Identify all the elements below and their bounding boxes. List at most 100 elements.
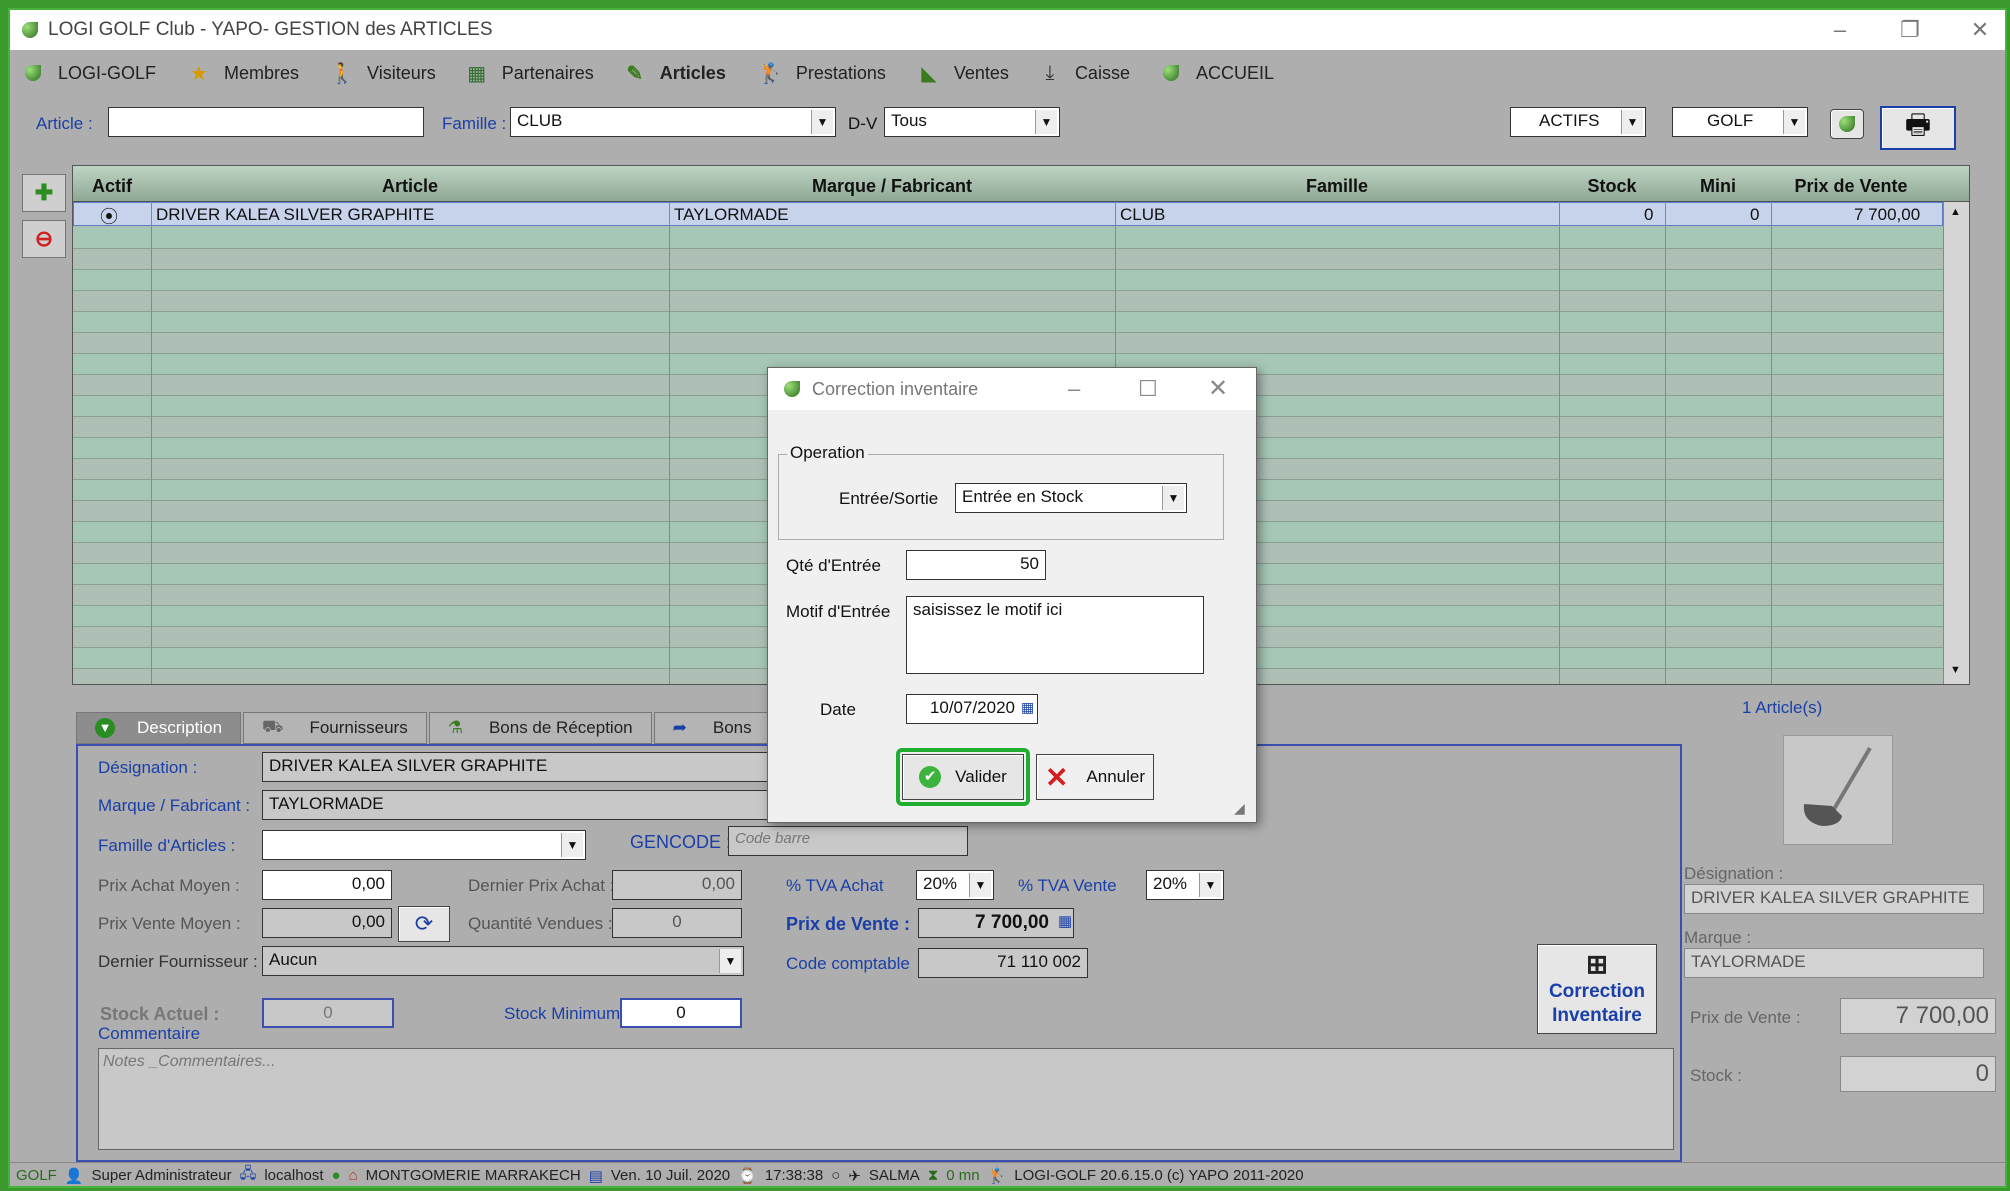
col-marque[interactable]: Marque / Fabricant xyxy=(669,166,1115,202)
calendar-icon[interactable]: ▦ xyxy=(1021,699,1034,716)
tva-achat-select[interactable]: 20% ▼ xyxy=(916,870,994,900)
dernier-fournisseur-select[interactable]: Aucun ▼ xyxy=(262,946,744,976)
restore-icon[interactable]: ❐ xyxy=(1890,16,1930,44)
prix-achat-moyen-label: Prix Achat Moyen : xyxy=(98,876,240,895)
famille-filter-label: Famille : xyxy=(442,114,507,133)
menu-partenaires[interactable]: ▦ Partenaires xyxy=(466,62,594,85)
add-document-icon: ⊞ xyxy=(1586,949,1608,979)
delete-article-button[interactable]: ⊖ xyxy=(22,220,66,258)
prix-vente-moyen-label: Prix Vente Moyen : xyxy=(98,914,241,933)
side-marque-field: TAYLORMADE xyxy=(1684,948,1984,978)
gencode-input[interactable]: Code barre xyxy=(728,826,968,856)
famille-articles-select[interactable]: ▼ xyxy=(262,830,586,860)
qte-input[interactable]: 50 xyxy=(906,550,1046,580)
menu-articles[interactable]: ✎ Articles xyxy=(624,62,725,85)
marque-field[interactable]: TAYLORMADE xyxy=(262,790,802,820)
row-marque: TAYLORMADE xyxy=(674,205,789,224)
code-comptable-field[interactable]: 71 110 002 xyxy=(918,948,1088,978)
chevron-down-icon: ▼ xyxy=(1783,110,1805,134)
article-count: 1 Article(s) xyxy=(1742,698,1823,717)
menu-caisse[interactable]: ⤓ Caisse xyxy=(1039,62,1130,84)
tab-bons-reception[interactable]: ⚗ Bons de Réception xyxy=(428,712,652,744)
stock-actuel-field[interactable]: 0 xyxy=(262,998,394,1028)
chevron-down-icon: ▼ xyxy=(1199,873,1221,897)
prix-vente-field[interactable]: 7 700,00 xyxy=(918,908,1074,938)
network-icon: 🖧 xyxy=(239,1165,257,1182)
notes-textarea[interactable]: Notes _Commentaires... xyxy=(98,1048,1674,1150)
status-host: localhost xyxy=(264,1167,324,1184)
row-prix: 7 700,00 xyxy=(1854,205,1921,224)
annuler-button[interactable]: ✕ Annuler xyxy=(1036,754,1154,800)
detail-tabs: ▼ Description ⛟ Fournisseurs ⚗ Bons de Réce… xyxy=(76,712,776,744)
close-icon[interactable]: ✕ xyxy=(1960,16,2000,44)
status-site: GOLF xyxy=(16,1167,57,1184)
motif-textarea[interactable]: saisissez le motif ici xyxy=(906,596,1204,674)
prix-vente-label: Prix de Vente : xyxy=(786,914,911,934)
designation-field[interactable]: DRIVER KALEA SILVER GRAPHITE xyxy=(262,752,802,782)
date-input[interactable]: 10/07/2020 xyxy=(906,694,1038,724)
refresh-button[interactable] xyxy=(1830,109,1864,139)
scroll-down-icon[interactable]: ▼ xyxy=(1950,664,1961,676)
empty-table-row xyxy=(73,312,1943,333)
es-select[interactable]: Entrée en Stock ▼ xyxy=(955,483,1187,513)
col-famille[interactable]: Famille xyxy=(1115,166,1559,202)
active-radio-icon[interactable]: ⦿ xyxy=(100,203,118,229)
col-actif[interactable]: Actif xyxy=(73,166,151,202)
calculator-icon[interactable]: ▦ xyxy=(1058,912,1072,930)
col-stock[interactable]: Stock xyxy=(1559,166,1665,202)
date-label: Date xyxy=(820,700,856,719)
col-prix[interactable]: Prix de Vente xyxy=(1771,166,1931,202)
cancel-x-icon: ✕ xyxy=(1044,761,1069,793)
dernier-prix-achat-field[interactable]: 0,00 xyxy=(612,870,742,900)
tab-bons[interactable]: ➦ Bons xyxy=(653,712,774,744)
tab-description[interactable]: ▼ Description xyxy=(76,712,242,744)
empty-table-row xyxy=(73,291,1943,312)
menu-accueil[interactable]: ACCUEIL xyxy=(1160,62,1274,84)
scroll-up-icon[interactable]: ▲ xyxy=(1950,206,1961,218)
chevron-down-icon: ▼ xyxy=(1035,110,1057,134)
valider-button[interactable]: ✔ Valider xyxy=(902,754,1024,800)
stock-minimum-field[interactable]: 0 xyxy=(620,998,742,1028)
tab-fournisseurs[interactable]: ⛟ Fournisseurs xyxy=(243,712,427,744)
prix-achat-moyen-field[interactable]: 0,00 xyxy=(262,870,392,900)
window-title: LOGI GOLF Club - YAPO- GESTION des ARTIC… xyxy=(48,19,493,40)
chevron-down-icon: ▼ xyxy=(811,110,833,134)
menu-prestations[interactable]: 🏌 Prestations xyxy=(758,62,886,85)
row-famille: CLUB xyxy=(1120,205,1166,224)
golf-select[interactable]: GOLF ▼ xyxy=(1672,107,1808,137)
famille-articles-label: Famille d'Articles : xyxy=(98,836,236,855)
dv-select[interactable]: Tous ▼ xyxy=(884,107,1060,137)
qte-vendues-label: Quantité Vendues : xyxy=(468,914,613,933)
commentaire-label: Commentaire xyxy=(98,1024,201,1043)
online-dot-icon: ● xyxy=(331,1167,341,1184)
pen-icon: ✎ xyxy=(626,62,644,85)
tva-achat-label: % TVA Achat xyxy=(786,876,884,895)
minimize-icon[interactable]: – xyxy=(1068,376,1080,402)
table-row[interactable]: ⦿ DRIVER KALEA SILVER GRAPHITE TAYLORMAD… xyxy=(73,202,1943,229)
close-icon[interactable]: ✕ xyxy=(1208,374,1228,403)
minimize-icon[interactable]: – xyxy=(1820,16,1860,44)
add-article-button[interactable]: ✚ xyxy=(22,174,66,212)
article-search-input[interactable] xyxy=(108,107,424,137)
qte-vendues-field[interactable]: 0 xyxy=(612,908,742,938)
correction-inventaire-button[interactable]: ⊞ Correction Inventaire xyxy=(1537,944,1657,1034)
col-article[interactable]: Article xyxy=(151,166,669,202)
dernier-prix-achat-label: Dernier Prix Achat : xyxy=(468,876,615,895)
famille-select[interactable]: CLUB ▼ xyxy=(510,107,836,137)
col-mini[interactable]: Mini xyxy=(1665,166,1771,202)
recalculate-button[interactable]: ⟳ xyxy=(398,906,450,942)
resize-grip-icon[interactable]: ◢ xyxy=(1234,800,1245,817)
prix-vente-moyen-field[interactable]: 0,00 xyxy=(262,908,392,938)
menu-membres[interactable]: ★ Membres xyxy=(188,62,299,85)
operation-group-title: Operation xyxy=(787,443,868,463)
tva-vente-select[interactable]: 20% ▼ xyxy=(1146,870,1224,900)
menu-ventes[interactable]: ◣ Ventes xyxy=(918,62,1009,85)
print-button[interactable]: 🖶 xyxy=(1880,106,1956,150)
dialog-title: Correction inventaire xyxy=(812,378,979,399)
operation-group: Operation Entrée/Sortie Entrée en Stock ▼ xyxy=(778,443,1224,540)
menu-logi-golf[interactable]: LOGI-GOLF xyxy=(22,62,156,84)
actifs-select[interactable]: ACTIFS ▼ xyxy=(1510,107,1646,137)
maximize-icon[interactable]: ☐ xyxy=(1138,376,1158,402)
table-scrollbar[interactable]: ▲ ▼ xyxy=(1943,202,1969,684)
menu-visiteurs[interactable]: 🚶 Visiteurs xyxy=(330,62,436,85)
